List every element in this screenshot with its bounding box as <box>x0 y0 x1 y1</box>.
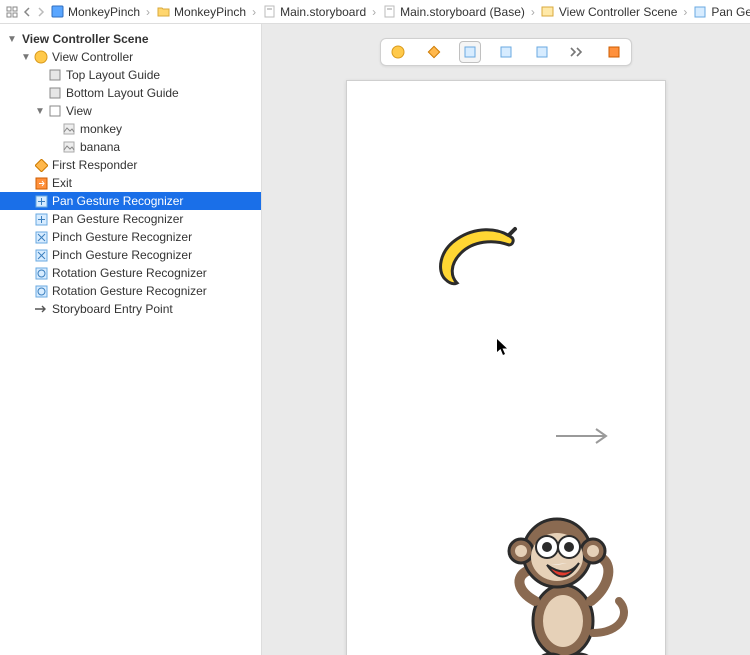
rotation-gesture-icon <box>34 284 48 298</box>
disclosure-triangle-icon[interactable]: ▼ <box>6 34 18 45</box>
breadcrumb-label: Main.storyboard (Base) <box>400 5 525 19</box>
disclosure-triangle-icon[interactable]: ▼ <box>20 52 32 63</box>
interface-builder-canvas[interactable] <box>262 24 750 655</box>
disclosure-triangle-icon[interactable]: ▼ <box>34 106 46 117</box>
breadcrumb: MonkeyPinch › MonkeyPinch › Main.storybo… <box>0 0 750 24</box>
chevron-right-icon: › <box>250 5 258 19</box>
outline-label: Top Layout Guide <box>66 68 160 82</box>
breadcrumb-label: Pan Ges <box>711 5 750 19</box>
breadcrumb-item-folder[interactable]: MonkeyPinch <box>156 5 246 19</box>
outline-label: Rotation Gesture Recognizer <box>52 266 207 280</box>
outline-label: Pan Gesture Recognizer <box>52 194 183 208</box>
breadcrumb-item-gesture[interactable]: Pan Ges <box>693 5 750 19</box>
imageview-icon <box>62 122 76 136</box>
canvas-monkey-image[interactable] <box>497 501 637 655</box>
imageview-icon <box>62 140 76 154</box>
back-icon[interactable] <box>22 5 32 19</box>
exit-icon <box>34 176 48 190</box>
canvas-view-controller[interactable] <box>346 80 666 655</box>
canvas-banana-image[interactable] <box>427 221 527 301</box>
outline-top-layout-guide[interactable]: Top Layout Guide <box>0 66 261 84</box>
outline-bottom-layout-guide[interactable]: Bottom Layout Guide <box>0 84 261 102</box>
document-outline[interactable]: ▼ View Controller Scene ▼ View Controlle… <box>0 24 262 655</box>
chevron-right-icon: › <box>144 5 152 19</box>
outline-label: Storyboard Entry Point <box>52 302 173 316</box>
outline-label: banana <box>80 140 120 154</box>
chevron-right-icon: › <box>529 5 537 19</box>
xcode-project-icon <box>50 5 64 19</box>
arrow-right-icon <box>34 302 48 316</box>
outline-imageview-monkey[interactable]: monkey <box>0 120 261 138</box>
outline-label: Pan Gesture Recognizer <box>52 212 183 226</box>
layout-guide-icon <box>48 68 62 82</box>
outline-view[interactable]: ▼ View <box>0 102 261 120</box>
breadcrumb-item-storyboard[interactable]: Main.storyboard <box>262 5 366 19</box>
breadcrumb-label: MonkeyPinch <box>174 5 246 19</box>
outline-pan-gesture-2[interactable]: Pan Gesture Recognizer <box>0 210 261 228</box>
view-controller-dock-icon[interactable] <box>387 41 409 63</box>
outline-label: First Responder <box>52 158 137 172</box>
rotation-gesture-icon <box>34 266 48 280</box>
pan-gesture-dock-icon[interactable] <box>495 41 517 63</box>
breadcrumb-item-project[interactable]: MonkeyPinch <box>50 5 140 19</box>
breadcrumb-item-storyboard-base[interactable]: Main.storyboard (Base) <box>382 5 525 19</box>
folder-icon <box>156 5 170 19</box>
storyboard-file-icon <box>382 5 396 19</box>
chevron-right-icon: › <box>681 5 689 19</box>
outline-pinch-gesture-1[interactable]: Pinch Gesture Recognizer <box>0 228 261 246</box>
layout-guide-icon <box>48 86 62 100</box>
outline-exit[interactable]: Exit <box>0 174 261 192</box>
outline-label: View Controller Scene <box>22 32 149 46</box>
outline-label: Pinch Gesture Recognizer <box>52 248 192 262</box>
pan-gesture-icon <box>693 5 707 19</box>
outline-view-controller[interactable]: ▼ View Controller <box>0 48 261 66</box>
pan-gesture-icon <box>34 212 48 226</box>
first-responder-dock-icon[interactable] <box>423 41 445 63</box>
breadcrumb-label: Main.storyboard <box>280 5 366 19</box>
pan-gesture-icon <box>34 194 48 208</box>
outline-label: monkey <box>80 122 122 136</box>
cursor-icon <box>496 338 510 359</box>
breadcrumb-label: MonkeyPinch <box>68 5 140 19</box>
outline-label: Bottom Layout Guide <box>66 86 179 100</box>
first-responder-icon <box>34 158 48 172</box>
outline-rotation-gesture-2[interactable]: Rotation Gesture Recognizer <box>0 282 261 300</box>
view-icon <box>48 104 62 118</box>
outline-pinch-gesture-2[interactable]: Pinch Gesture Recognizer <box>0 246 261 264</box>
scene-icon <box>541 5 555 19</box>
storyboard-file-icon <box>262 5 276 19</box>
breadcrumb-label: View Controller Scene <box>559 5 678 19</box>
chevron-right-icon: › <box>370 5 378 19</box>
forward-icon[interactable] <box>36 5 46 19</box>
breadcrumb-item-scene[interactable]: View Controller Scene <box>541 5 678 19</box>
outline-label: Pinch Gesture Recognizer <box>52 230 192 244</box>
scene-dock-toolbar <box>380 38 632 66</box>
pinch-gesture-icon <box>34 230 48 244</box>
outline-scene[interactable]: ▼ View Controller Scene <box>0 30 261 48</box>
outline-label: View Controller <box>52 50 133 64</box>
pinch-gesture-icon <box>34 248 48 262</box>
outline-label: View <box>66 104 92 118</box>
pinch-gesture-dock-icon[interactable] <box>531 41 553 63</box>
outline-first-responder[interactable]: First Responder <box>0 156 261 174</box>
overflow-icon[interactable] <box>567 41 589 63</box>
outline-entry-point[interactable]: Storyboard Entry Point <box>0 300 261 318</box>
outline-pan-gesture-1[interactable]: Pan Gesture Recognizer <box>0 192 261 210</box>
entry-point-arrow-icon[interactable] <box>554 426 612 446</box>
outline-rotation-gesture-1[interactable]: Rotation Gesture Recognizer <box>0 264 261 282</box>
outline-label: Rotation Gesture Recognizer <box>52 284 207 298</box>
outline-label: Exit <box>52 176 72 190</box>
related-items-icon[interactable] <box>6 5 18 19</box>
view-controller-icon <box>34 50 48 64</box>
outline-imageview-banana[interactable]: banana <box>0 138 261 156</box>
pan-gesture-dock-icon[interactable] <box>459 41 481 63</box>
exit-dock-icon[interactable] <box>603 41 625 63</box>
